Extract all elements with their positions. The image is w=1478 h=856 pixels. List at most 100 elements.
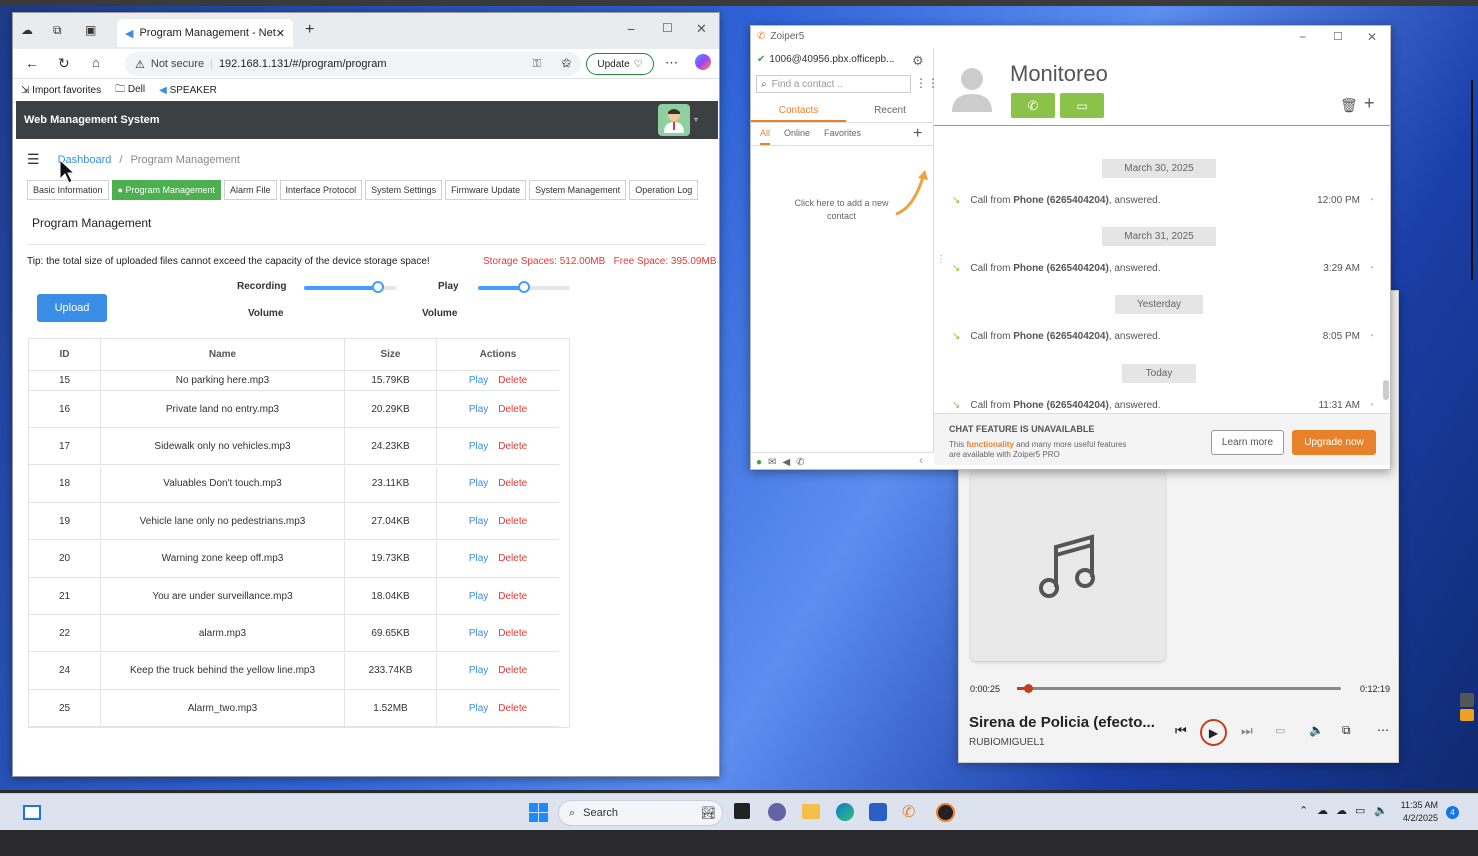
upload-button[interactable]: Upload — [37, 294, 107, 322]
tab-system-settings[interactable]: System Settings — [365, 180, 443, 200]
filter-favorites[interactable]: Favorites — [824, 128, 861, 145]
add-contact-icon[interactable]: + — [913, 125, 922, 143]
captions-icon[interactable]: ▭ — [1275, 724, 1285, 737]
delete-button[interactable]: Delete — [498, 441, 527, 452]
cloud-icon[interactable]: ☁ — [1317, 804, 1328, 817]
play-button[interactable]: Play — [469, 553, 488, 564]
play-pause-button[interactable]: ▶ — [1200, 719, 1227, 746]
tab-actions-icon[interactable]: ▣ — [85, 23, 96, 37]
recording-volume-slider[interactable] — [304, 281, 397, 293]
avatar-chevron-down-icon[interactable]: ▾ — [694, 115, 698, 124]
clock[interactable]: 11:35 AM 4/2/2025 — [1398, 799, 1438, 825]
account-status[interactable]: ✔ 1006@40956.pbx.officepb... — [757, 54, 929, 65]
zoiper-taskbar-icon[interactable]: ✆ — [902, 802, 915, 822]
delete-button[interactable]: Delete — [498, 516, 527, 527]
taskbar-search-box[interactable]: ⌕ Search 🏞 — [558, 800, 723, 826]
refresh-icon[interactable]: ↻ — [58, 55, 70, 72]
delete-button[interactable]: Delete — [498, 628, 527, 639]
tab-contacts[interactable]: Contacts — [751, 100, 846, 122]
history-call-entry[interactable]: ↘ Call from Phone (6265404204), answered.… — [934, 263, 1374, 274]
tab-recent[interactable]: Recent — [846, 100, 934, 122]
volume-icon[interactable]: 🔈 — [1309, 723, 1324, 737]
user-avatar[interactable] — [658, 104, 690, 136]
zoiper-minimize-icon[interactable]: − — [1299, 30, 1306, 44]
minimize-icon[interactable]: − — [627, 21, 635, 37]
play-slider-knob[interactable] — [518, 281, 530, 293]
delete-button[interactable]: Delete — [498, 591, 527, 602]
tab-system-management[interactable]: System Management — [529, 180, 627, 200]
mini-player-icon[interactable]: ⧉ — [1342, 723, 1351, 738]
play-button[interactable]: Play — [469, 478, 488, 489]
show-hidden-icons[interactable]: ⌃ — [1299, 804, 1308, 817]
back-icon[interactable]: ← — [25, 55, 39, 71]
play-button[interactable]: Play — [469, 665, 488, 676]
recording-slider-knob[interactable] — [372, 281, 385, 293]
onedrive-icon[interactable]: ☁ — [1336, 804, 1347, 817]
update-button[interactable]: Update ♡ — [586, 53, 654, 75]
tab-alarm-file[interactable]: Alarm File — [224, 180, 277, 200]
more-options-icon[interactable]: ⋯ — [1377, 723, 1389, 737]
edge-browser-icon[interactable] — [836, 803, 854, 821]
windows-start-icon[interactable] — [529, 803, 548, 822]
menu-toggle-icon[interactable]: ☰ — [27, 151, 40, 168]
seek-bar[interactable] — [1017, 684, 1341, 693]
store-icon[interactable] — [869, 803, 887, 821]
media-player-taskbar-icon[interactable] — [936, 803, 955, 822]
home-icon[interactable]: ⌂ — [92, 55, 100, 70]
collections-icon[interactable]: ⧉ — [53, 23, 62, 38]
speaker-volume-icon[interactable]: ◀ — [782, 457, 790, 468]
add-contact-hint[interactable]: Click here to add a new contact — [794, 197, 889, 223]
call-info-icon[interactable]: ◔ — [1368, 331, 1374, 342]
desktop-widget-icon-1[interactable] — [1460, 693, 1474, 707]
file-explorer-icon[interactable] — [802, 804, 820, 819]
play-button[interactable]: Play — [469, 516, 488, 527]
browser-tab-active[interactable]: ◀ Program Management - Network ✕ — [117, 19, 293, 47]
copilot-icon[interactable] — [695, 54, 711, 70]
history-call-entry[interactable]: ↘ Call from Phone (6265404204), answered.… — [934, 400, 1374, 411]
profile-icon[interactable]: ☁ — [21, 23, 33, 37]
filter-online[interactable]: Online — [784, 128, 810, 145]
url-field[interactable]: ⚠ Not secure | 192.168.1.131/#/program/p… — [125, 52, 581, 76]
display-icon[interactable]: ▭ — [1355, 804, 1365, 817]
zoiper-close-icon[interactable]: ✕ — [1367, 30, 1377, 44]
play-button[interactable]: Play — [469, 591, 488, 602]
desktop-widget-icon-2[interactable] — [1460, 709, 1474, 721]
audio-call-button[interactable]: ✆ — [1011, 93, 1055, 118]
learn-more-button[interactable]: Learn more — [1211, 430, 1284, 455]
video-call-button[interactable]: ▭ — [1060, 93, 1104, 118]
filter-all[interactable]: All — [760, 128, 771, 145]
more-menu-icon[interactable]: ⋯ — [665, 55, 678, 71]
tab-interface-protocol[interactable]: Interface Protocol — [279, 180, 363, 200]
delete-button[interactable]: Delete — [498, 665, 527, 676]
delete-button[interactable]: Delete — [498, 703, 527, 714]
messages-icon[interactable]: ✉ — [768, 457, 776, 468]
favorite-speaker[interactable]: ◀ SPEAKER — [159, 85, 217, 96]
seek-knob[interactable] — [1024, 684, 1034, 693]
delete-trash-icon[interactable]: 🗑 — [1340, 97, 1358, 114]
new-tab-icon[interactable]: + — [305, 21, 314, 39]
call-info-icon[interactable]: ◔ — [1368, 195, 1374, 206]
previous-track-icon[interactable]: ⏮ — [1175, 723, 1187, 739]
volume-tray-icon[interactable]: 🔈 — [1374, 804, 1388, 817]
add-icon[interactable]: + — [1364, 93, 1375, 114]
task-view-icon[interactable] — [734, 803, 750, 819]
notification-badge[interactable]: 4 — [1446, 806, 1459, 819]
tab-operation-log[interactable]: Operation Log — [629, 180, 699, 200]
close-tab-icon[interactable]: ✕ — [276, 27, 285, 40]
play-button[interactable]: Play — [469, 404, 488, 415]
history-call-entry[interactable]: ↘ Call from Phone (6265404204), answered.… — [934, 195, 1374, 206]
delete-button[interactable]: Delete — [498, 404, 527, 415]
close-window-icon[interactable]: ✕ — [696, 21, 707, 37]
panel-splitter-handle[interactable]: ⋮ — [936, 254, 946, 265]
upgrade-now-button[interactable]: Upgrade now — [1292, 430, 1376, 455]
history-scrollbar[interactable] — [1383, 380, 1389, 400]
widgets-icon[interactable] — [23, 805, 41, 820]
delete-button[interactable]: Delete — [498, 375, 527, 386]
favorite-dell[interactable]: 🗀 Dell — [115, 82, 145, 99]
play-button[interactable]: Play — [469, 375, 488, 386]
play-button[interactable]: Play — [469, 628, 488, 639]
call-info-icon[interactable]: ◔ — [1368, 263, 1374, 274]
settings-gear-icon[interactable]: ⚙ — [912, 53, 924, 69]
delete-button[interactable]: Delete — [498, 478, 527, 489]
play-volume-slider[interactable] — [478, 281, 570, 293]
